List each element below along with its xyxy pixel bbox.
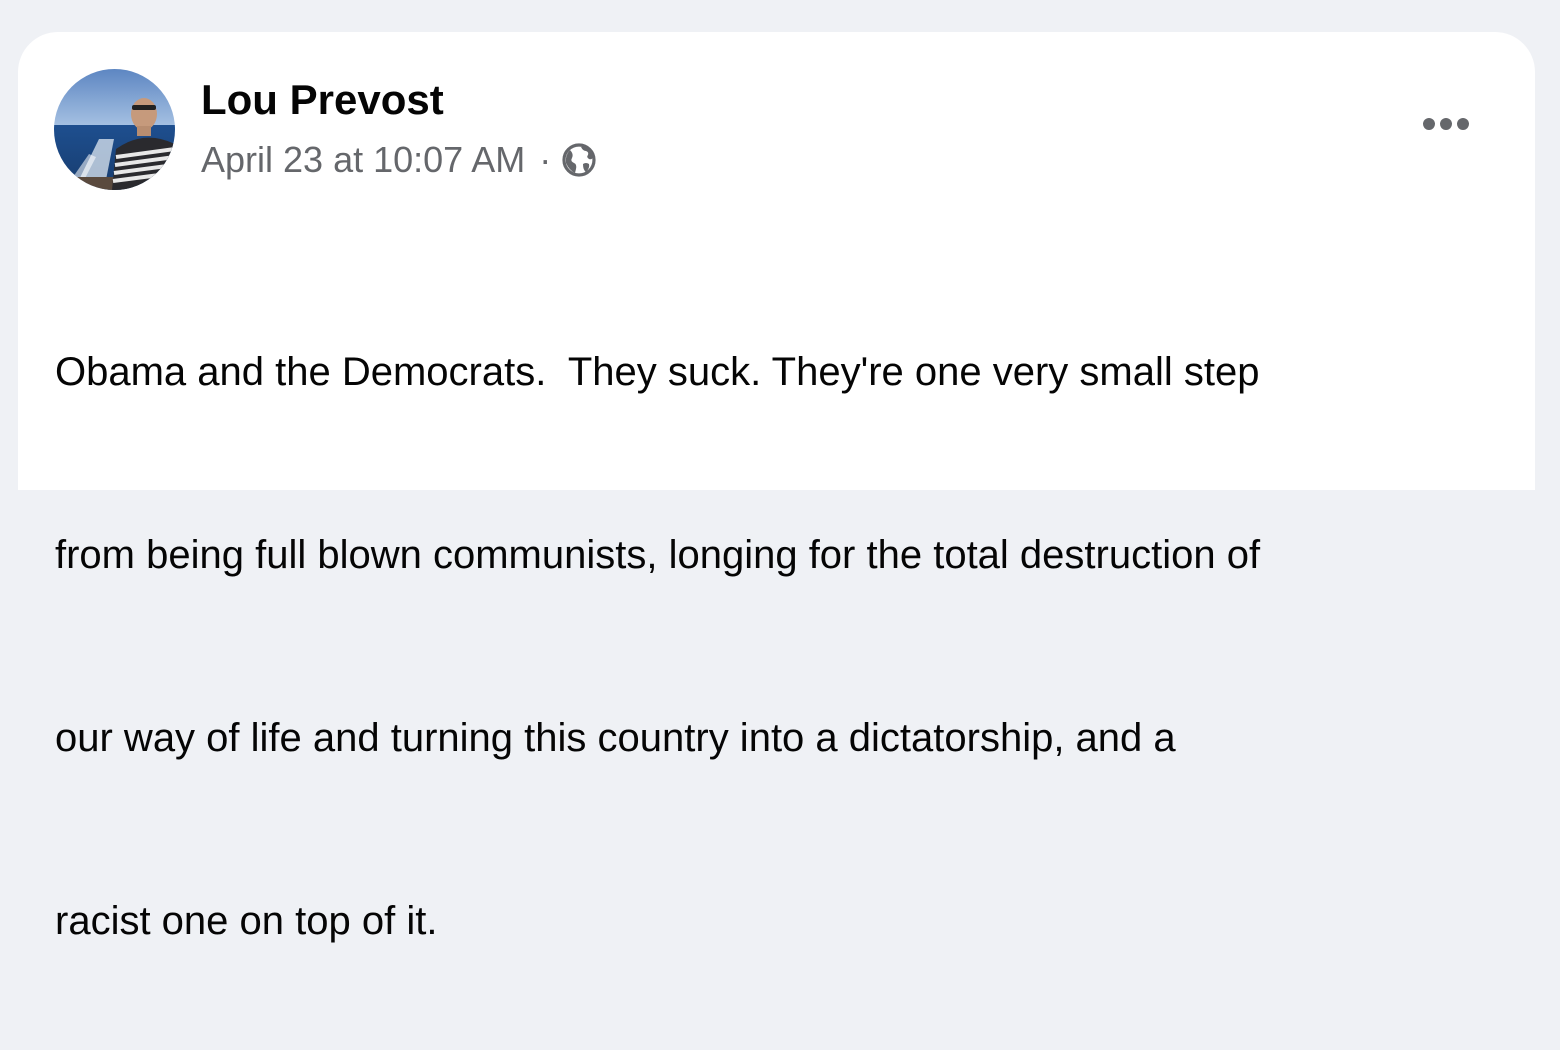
author-name[interactable]: Lou Prevost — [201, 76, 444, 124]
post-timestamp[interactable]: April 23 at 10:07 AM — [201, 139, 525, 181]
post-meta: April 23 at 10:07 AM · — [201, 138, 597, 182]
post-card: Lou Prevost April 23 at 10:07 AM · Obama… — [18, 32, 1535, 943]
globe-icon[interactable] — [561, 142, 597, 178]
avatar[interactable] — [54, 69, 175, 190]
post-body: Obama and the Democrats. They suck. They… — [55, 220, 1515, 1050]
post-text-line: from being full blown communists, longin… — [55, 533, 1261, 577]
post-text-line: Obama and the Democrats. They suck. They… — [55, 350, 1260, 394]
meta-separator: · — [539, 139, 552, 180]
more-horizontal-icon — [1423, 118, 1469, 130]
more-options-button[interactable] — [1406, 102, 1486, 146]
post-text-line: our way of life and turning this country… — [55, 716, 1176, 760]
post-text-line: racist one on top of it. — [55, 899, 438, 943]
